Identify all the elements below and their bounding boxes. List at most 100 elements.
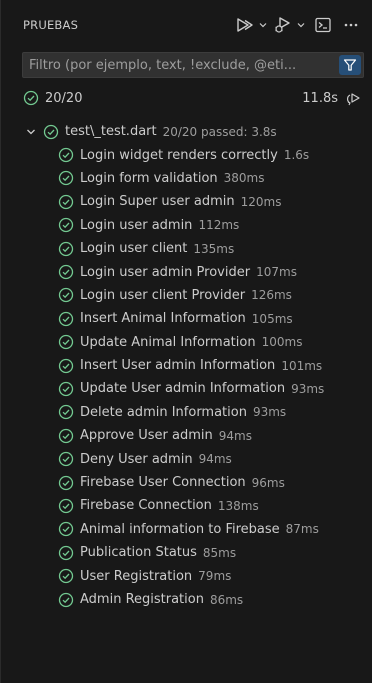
test-label: Login Super user admin [80,194,235,210]
pass-circle-icon [58,498,74,514]
test-explorer-panel: PRUEBAS Filtro (por ejemplo, text, !excl… [0,0,372,683]
test-duration: 105ms [251,311,293,326]
test-row[interactable]: Firebase User Connection 96ms [1,471,372,494]
test-row[interactable]: Publication Status 85ms [1,541,372,564]
test-label: Insert User admin Information [80,358,276,374]
test-duration: 85ms [202,545,237,560]
debug-tests-button[interactable] [274,13,306,37]
test-duration: 112ms [198,218,240,233]
test-label: Admin Registration [80,592,204,607]
chevron-down-icon [297,23,305,28]
test-duration: 86ms [209,592,244,607]
test-row[interactable]: Login user client Provider 126ms [1,284,372,307]
test-row[interactable]: User Registration 79ms [1,564,372,587]
test-label: Login user admin [80,217,193,233]
test-duration: 107ms [256,265,297,280]
rerun-button[interactable] [342,86,364,110]
pass-circle-icon [58,381,74,397]
test-row[interactable]: Login form validation 380ms [1,167,372,190]
pass-circle-icon [23,90,39,106]
test-row[interactable]: Deny User admin 94ms [1,447,372,470]
test-duration: 138ms [217,498,259,513]
chevron-down-icon [259,23,267,28]
test-duration: 79ms [198,569,232,584]
test-row[interactable]: Update Animal Information 100ms [1,331,372,354]
test-row[interactable]: Login user admin Provider 107ms [1,260,372,283]
test-duration: 93ms [291,381,325,396]
test-duration: 1.6s [283,148,310,163]
test-label: Login form validation [80,170,218,186]
test-label: User Registration [80,568,193,584]
test-row[interactable]: Login user client 135ms [1,237,372,260]
pass-circle-icon [58,475,74,490]
chevron-down-icon[interactable] [23,124,39,140]
test-row[interactable]: Animal information to Firebase 87ms [1,518,372,541]
rerun-icon [346,93,360,106]
test-label: Publication Status [80,545,197,561]
pass-circle-icon [58,147,74,163]
show-output-button[interactable] [312,13,334,37]
test-label: Login user client [80,241,188,257]
test-label: Login widget renders correctly [80,147,278,163]
test-duration: 100ms [261,335,303,350]
filter-icon [343,59,357,71]
run-all-icon [237,18,253,32]
pass-circle-icon [58,568,74,584]
test-tree: test\_test.dart 20/20 passed: 3.8s Login… [1,120,372,611]
test-label: Firebase User Connection [80,475,246,491]
test-duration: 93ms [252,405,287,420]
test-label: Firebase Connection [80,498,212,514]
test-label: Deny User admin [80,451,193,467]
test-label: Approve User admin [80,428,213,444]
pass-circle-icon [58,288,74,303]
test-duration: 380ms [223,171,265,186]
pass-circle-icon [58,522,74,537]
more-actions-button[interactable] [340,13,362,37]
pass-circle-icon [58,335,74,350]
suite-row[interactable]: test\_test.dart 20/20 passed: 3.8s [1,120,372,143]
debug-all-icon [275,17,290,33]
test-label: Login user admin Provider [80,264,251,280]
test-row[interactable]: Insert Animal Information 105ms [1,307,372,330]
test-row[interactable]: Login widget renders correctly 1.6s [1,143,372,166]
test-duration: 135ms [193,241,235,256]
pass-circle-icon [58,194,74,210]
test-duration: 87ms [285,522,319,537]
test-row[interactable]: Admin Registration 86ms [1,588,372,611]
test-row[interactable]: Update User admin Information 93ms [1,377,372,400]
terminal-icon [315,17,331,33]
pass-circle-icon [58,218,74,233]
test-row[interactable]: Firebase Connection 138ms [1,494,372,517]
filter-input[interactable] [23,57,339,73]
pass-circle-icon [58,171,74,186]
test-row[interactable]: Insert User admin Information 101ms [1,354,372,377]
pass-circle-icon [58,428,74,443]
test-duration: 126ms [251,288,292,303]
total-duration: 11.8s [302,90,338,106]
pass-circle-icon [58,358,74,373]
test-row[interactable]: Login Super user admin 120ms [1,190,372,213]
test-label: Update Animal Information [80,334,256,350]
pass-circle-icon [58,311,74,326]
pass-circle-icon [58,545,74,560]
panel-header: PRUEBAS [1,0,372,50]
test-row[interactable]: Approve User admin 94ms [1,424,372,447]
test-label: Delete admin Information [80,404,247,420]
test-duration: 120ms [240,194,282,209]
panel-title: PRUEBAS [23,18,79,32]
pass-circle-icon [58,452,74,467]
test-label: Update User admin Information [80,381,286,397]
passed-count: 20/20 [45,90,83,106]
test-duration: 94ms [218,428,252,443]
header-actions [236,13,362,37]
run-tests-button[interactable] [236,13,268,37]
test-row[interactable]: Login user admin 112ms [1,214,372,237]
test-label: Animal information to Firebase [80,521,280,537]
test-label: Insert Animal Information [80,311,246,327]
filter-button[interactable] [339,55,361,75]
test-row[interactable]: Delete admin Information 93ms [1,401,372,424]
suite-meta: 20/20 passed: 3.8s [162,124,277,139]
pass-circle-icon [58,241,74,256]
more-icon [344,23,358,27]
pass-circle-icon [58,405,74,420]
